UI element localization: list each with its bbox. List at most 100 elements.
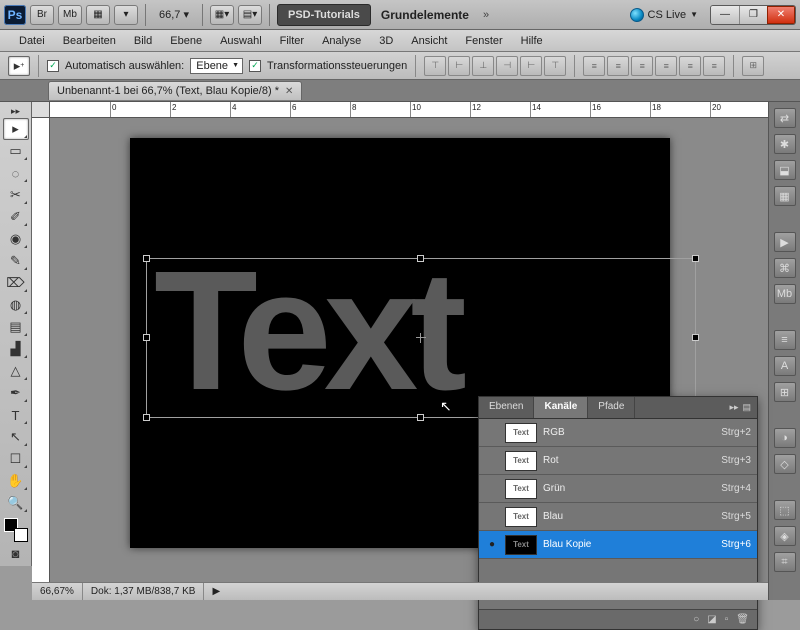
visibility-icon[interactable] <box>485 510 499 524</box>
transform-handle[interactable] <box>143 255 150 262</box>
tool-button[interactable]: ✒ <box>3 382 29 404</box>
visibility-icon[interactable]: ● <box>485 538 499 552</box>
menu-filter[interactable]: Filter <box>271 32 313 50</box>
panel-collapse-icon[interactable]: ▸▸ <box>729 402 738 413</box>
panel-icon[interactable]: ◑ <box>774 428 796 448</box>
distribute-button[interactable]: ≡ <box>703 56 725 76</box>
workspace-label[interactable]: Grundelemente <box>381 8 469 22</box>
arrange-button[interactable]: ▤▾ <box>238 5 262 25</box>
panel-icon[interactable]: ⬚ <box>774 500 796 520</box>
transform-handle[interactable] <box>143 334 150 341</box>
channel-row[interactable]: TextGrünStrg+4 <box>479 475 757 503</box>
chevron-right-icon[interactable]: » <box>483 9 489 21</box>
visibility-icon[interactable] <box>485 482 499 496</box>
distribute-button[interactable]: ≡ <box>607 56 629 76</box>
menu-analyse[interactable]: Analyse <box>313 32 370 50</box>
panel-icon[interactable]: Mb <box>774 284 796 304</box>
panel-icon[interactable]: ◇ <box>774 454 796 474</box>
channel-row[interactable]: TextBlauStrg+5 <box>479 503 757 531</box>
ruler-vertical[interactable] <box>32 118 50 582</box>
transform-bounding-box[interactable] <box>146 258 696 418</box>
panel-menu-icon[interactable]: ▤ <box>742 402 751 413</box>
visibility-icon[interactable] <box>485 454 499 468</box>
visibility-icon[interactable] <box>485 426 499 440</box>
tool-button[interactable]: ◍ <box>3 294 29 316</box>
menu-3d[interactable]: 3D <box>370 32 402 50</box>
panel-tab-pfade[interactable]: Pfade <box>588 397 635 418</box>
tool-button[interactable]: ▤ <box>3 316 29 338</box>
tool-button[interactable]: ▟ <box>3 338 29 360</box>
ruler-origin[interactable] <box>32 102 50 118</box>
menu-bild[interactable]: Bild <box>125 32 161 50</box>
tool-button[interactable]: ✂ <box>3 184 29 206</box>
distribute-button[interactable]: ≡ <box>679 56 701 76</box>
panel-footer-icon[interactable]: ○ <box>693 614 699 625</box>
align-button[interactable]: ⊢ <box>448 56 470 76</box>
quickmask-button[interactable]: ◙ <box>3 542 29 564</box>
channel-row[interactable]: TextRGBStrg+2 <box>479 419 757 447</box>
document-tab[interactable]: Unbenannt-1 bei 66,7% (Text, Blau Kopie/… <box>48 81 302 100</box>
transform-handle[interactable] <box>692 334 699 341</box>
move-tool-icon[interactable]: ▸+ <box>8 56 30 76</box>
workspace-preset[interactable]: PSD-Tutorials <box>277 4 371 26</box>
auto-align-button[interactable]: ⊞ <box>742 56 764 76</box>
close-tab-icon[interactable]: ✕ <box>285 86 293 97</box>
panel-tab-ebenen[interactable]: Ebenen <box>479 397 534 418</box>
panel-icon[interactable]: ⌗ <box>774 552 796 572</box>
panel-icon[interactable]: ⌘ <box>774 258 796 278</box>
panel-icon[interactable]: ✱ <box>774 134 796 154</box>
tool-button[interactable]: ↖ <box>3 426 29 448</box>
status-zoom[interactable]: 66,67% <box>32 583 83 600</box>
align-button[interactable]: ⊣ <box>496 56 518 76</box>
panel-icon[interactable]: ⊞ <box>774 382 796 402</box>
menu-datei[interactable]: Datei <box>10 32 54 50</box>
menu-auswahl[interactable]: Auswahl <box>211 32 271 50</box>
minimize-button[interactable]: — <box>711 6 739 24</box>
align-button[interactable]: ⊤ <box>424 56 446 76</box>
tool-button[interactable]: 🔍 <box>3 492 29 514</box>
transform-controls-checkbox[interactable]: ✓ <box>249 60 261 72</box>
tool-button[interactable]: ✎ <box>3 250 29 272</box>
distribute-button[interactable]: ≡ <box>631 56 653 76</box>
layout-button[interactable]: ▦ <box>86 5 110 25</box>
menu-ebene[interactable]: Ebene <box>161 32 211 50</box>
transform-handle[interactable] <box>417 414 424 421</box>
distribute-button[interactable]: ≡ <box>583 56 605 76</box>
panel-footer-icon[interactable]: ◪ <box>707 614 716 625</box>
panel-footer-icon[interactable]: ▫ <box>725 614 729 625</box>
distribute-button[interactable]: ≡ <box>655 56 677 76</box>
panel-icon[interactable]: ≡ <box>774 330 796 350</box>
tool-button[interactable]: ▭ <box>3 140 29 162</box>
panel-icon[interactable]: A <box>774 356 796 376</box>
transform-handle[interactable] <box>143 414 150 421</box>
transform-center-icon[interactable] <box>416 333 426 343</box>
menu-bearbeiten[interactable]: Bearbeiten <box>54 32 125 50</box>
background-color[interactable] <box>14 528 28 542</box>
auto-select-checkbox[interactable]: ✓ <box>47 60 59 72</box>
tool-button[interactable]: ⌦ <box>3 272 29 294</box>
status-doc-info[interactable]: Dok: 1,37 MB/838,7 KB <box>83 583 205 600</box>
channel-row[interactable]: TextRotStrg+3 <box>479 447 757 475</box>
close-button[interactable]: ✕ <box>767 6 795 24</box>
panel-icon[interactable]: ⬓ <box>774 160 796 180</box>
panel-icon[interactable]: ▦ <box>774 186 796 206</box>
ruler-horizontal[interactable]: 02468101214161820 <box>50 102 768 118</box>
panel-icon[interactable]: ◈ <box>774 526 796 546</box>
transform-handle[interactable] <box>692 255 699 262</box>
minibridge-button[interactable]: Mb <box>58 5 82 25</box>
tool-button[interactable]: ◌ <box>3 162 29 184</box>
tool-button[interactable]: ▸ <box>3 118 29 140</box>
panel-tab-kanäle[interactable]: Kanäle <box>534 397 588 418</box>
menu-ansicht[interactable]: Ansicht <box>402 32 456 50</box>
collapse-tools-icon[interactable]: ▸▸ <box>3 104 29 118</box>
view-extras-button[interactable]: ▦▾ <box>210 5 234 25</box>
align-button[interactable]: ⊤ <box>544 56 566 76</box>
auto-select-target-dropdown[interactable]: Ebene <box>190 58 243 74</box>
panel-footer-icon[interactable]: 🗑 <box>736 614 749 625</box>
maximize-button[interactable]: ❐ <box>739 6 767 24</box>
cs-live-button[interactable]: CS Live ▼ <box>630 8 698 22</box>
tool-button[interactable]: ☐ <box>3 448 29 470</box>
menu-fenster[interactable]: Fenster <box>456 32 511 50</box>
tool-button[interactable]: ✐ <box>3 206 29 228</box>
align-button[interactable]: ⊢ <box>520 56 542 76</box>
